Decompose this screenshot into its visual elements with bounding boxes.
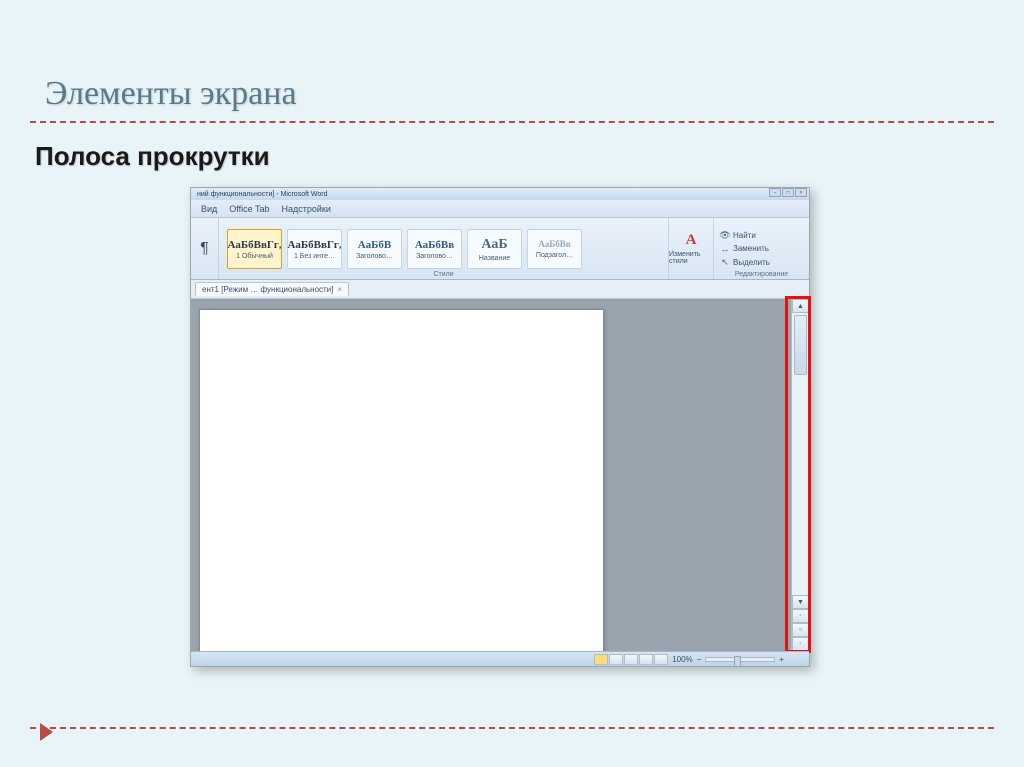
full-screen-view-button[interactable] <box>609 654 623 665</box>
style-name: Название <box>479 255 510 262</box>
ribbon: ¶ АаБбВвГг, 1 Обычный АаБбВвГг, 1 Без ин… <box>191 218 809 280</box>
tab-office-tab[interactable]: Office Tab <box>229 204 269 214</box>
style-no-spacing[interactable]: АаБбВвГг, 1 Без инте… <box>287 229 342 269</box>
style-sample: АаБбВв <box>538 239 570 250</box>
select-button[interactable]: ↖ Выделить <box>720 257 803 268</box>
zoom-in-button[interactable]: + <box>779 655 784 664</box>
style-normal[interactable]: АаБбВвГг, 1 Обычный <box>227 229 282 269</box>
prev-page-button[interactable]: ◦ <box>792 609 809 623</box>
editing-group: 👁 Найти ↔ Заменить ↖ Выделить Редактиров… <box>714 218 809 279</box>
zoom-level[interactable]: 100% <box>672 655 692 664</box>
styles-group-label: Стили <box>433 271 453 278</box>
style-name: Заголово… <box>356 253 393 260</box>
ribbon-tabs: Вид Office Tab Надстройки <box>191 200 809 218</box>
window-controls: − □ × <box>769 188 807 197</box>
replace-icon: ↔ <box>720 244 730 254</box>
change-styles-label: Изменить стили <box>669 251 713 265</box>
next-slide-arrow-icon[interactable] <box>40 723 53 741</box>
cursor-icon: ↖ <box>720 257 730 268</box>
maximize-button[interactable]: □ <box>782 188 794 197</box>
document-tab-label: ент1 [Режим … функциональности] <box>202 285 333 294</box>
change-styles-button[interactable]: A Изменить стили <box>669 218 714 279</box>
replace-button[interactable]: ↔ Заменить <box>720 244 803 254</box>
tab-addins[interactable]: Надстройки <box>282 204 331 214</box>
find-button[interactable]: 👁 Найти <box>720 230 803 241</box>
document-tab[interactable]: ент1 [Режим … функциональности] × <box>195 282 349 296</box>
style-title[interactable]: АаБ Название <box>467 229 522 269</box>
style-sample: АаБ <box>481 235 507 253</box>
style-heading2[interactable]: АаБбВв Заголово… <box>407 229 462 269</box>
titlebar-text: ний функциональности] - Microsoft Word <box>197 191 328 198</box>
zoom-slider[interactable] <box>705 657 775 662</box>
select-label: Выделить <box>733 258 770 267</box>
style-name: 1 Без инте… <box>294 253 335 260</box>
binoculars-icon: 👁 <box>720 230 730 241</box>
close-button[interactable]: × <box>795 188 807 197</box>
scrollbar-thumb[interactable] <box>794 315 807 375</box>
browse-object-button[interactable]: ○ <box>792 623 809 637</box>
style-subtitle[interactable]: АаБбВв Подзагол… <box>527 229 582 269</box>
document-tab-bar: ент1 [Режим … функциональности] × <box>191 280 809 299</box>
scrollbar-track[interactable] <box>792 313 809 595</box>
minimize-button[interactable]: − <box>769 188 781 197</box>
word-screenshot: ний функциональности] - Microsoft Word −… <box>190 187 810 667</box>
word-titlebar: ний функциональности] - Microsoft Word −… <box>191 188 809 200</box>
style-name: Заголово… <box>416 253 453 260</box>
vertical-scrollbar[interactable]: ▲ ▼ ◦ ○ ◦ <box>791 299 809 651</box>
slide-title: Элементы экрана <box>0 0 1024 121</box>
editing-group-label: Редактирование <box>735 271 788 278</box>
close-icon[interactable]: × <box>337 285 342 294</box>
style-name: 1 Обычный <box>236 253 273 260</box>
document-area: ▲ ▼ ◦ ○ ◦ <box>191 299 809 651</box>
replace-label: Заменить <box>733 244 769 253</box>
status-bar: 100% − + <box>191 651 809 666</box>
slide-subtitle: Полоса прокрутки <box>0 141 1024 187</box>
style-sample: АаБбВвГг, <box>228 238 282 251</box>
style-name: Подзагол… <box>536 252 573 259</box>
style-sample: АаБбВв <box>415 238 454 251</box>
scroll-down-button[interactable]: ▼ <box>792 595 809 609</box>
paragraph-marks-button[interactable]: ¶ <box>191 218 219 279</box>
zoom-out-button[interactable]: − <box>697 655 702 664</box>
style-sample: АаБбВ <box>358 238 391 251</box>
footer-divider <box>30 727 994 729</box>
style-sample: АаБбВвГг, <box>288 238 342 251</box>
style-heading1[interactable]: АаБбВ Заголово… <box>347 229 402 269</box>
print-layout-view-button[interactable] <box>594 654 608 665</box>
next-page-button[interactable]: ◦ <box>792 637 809 651</box>
styles-group: АаБбВвГг, 1 Обычный АаБбВвГг, 1 Без инте… <box>219 218 669 279</box>
scroll-up-button[interactable]: ▲ <box>792 299 809 313</box>
tab-view[interactable]: Вид <box>201 204 217 214</box>
title-underline <box>30 121 994 123</box>
find-label: Найти <box>733 231 756 240</box>
view-mode-buttons <box>594 654 668 665</box>
draft-view-button[interactable] <box>654 654 668 665</box>
outline-view-button[interactable] <box>639 654 653 665</box>
document-page[interactable] <box>199 309 604 654</box>
change-styles-icon: A <box>686 232 697 249</box>
web-layout-view-button[interactable] <box>624 654 638 665</box>
